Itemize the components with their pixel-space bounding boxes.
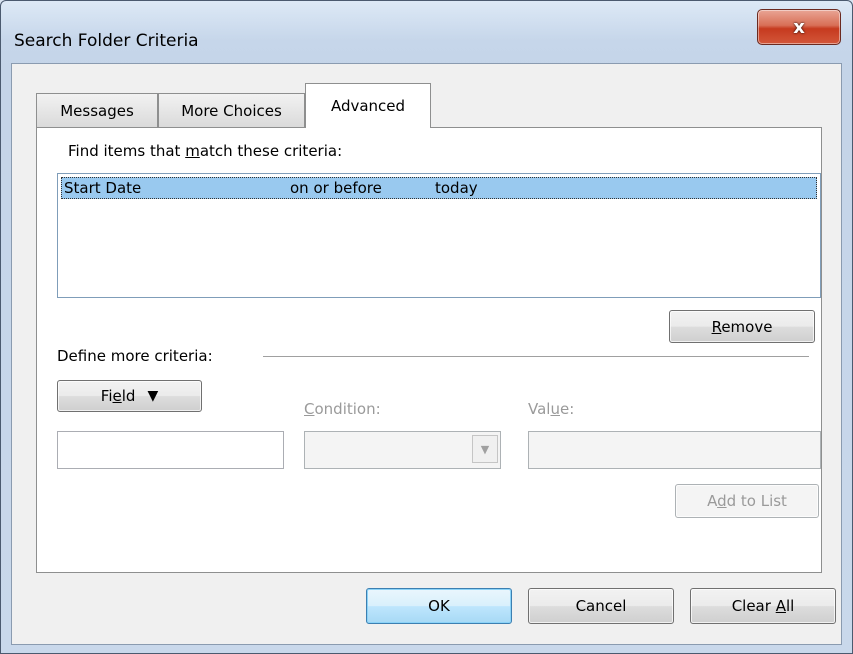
- dropdown-arrow-icon: ▼: [147, 388, 159, 404]
- value-input[interactable]: [528, 431, 821, 469]
- criteria-value: today: [435, 179, 478, 197]
- tab-label: Advanced: [330, 97, 406, 115]
- list-item[interactable]: Start Date on or before today: [61, 177, 817, 199]
- condition-combobox[interactable]: ▼: [304, 431, 501, 469]
- close-icon: x: [793, 16, 805, 38]
- criteria-list[interactable]: Start Date on or before today: [57, 173, 821, 298]
- criteria-condition: on or before: [290, 179, 382, 197]
- field-dropdown-button[interactable]: Field ▼: [57, 380, 202, 412]
- chevron-down-icon: ▼: [472, 435, 498, 463]
- button-label: OK: [428, 597, 450, 615]
- separator-line: [263, 356, 809, 357]
- button-label: Remove: [711, 317, 773, 336]
- tab-label: More Choices: [181, 101, 282, 120]
- remove-button[interactable]: Remove: [669, 310, 815, 343]
- tab-label: Messages: [60, 101, 134, 120]
- button-label: Cancel: [575, 597, 627, 615]
- cancel-button[interactable]: Cancel: [528, 588, 674, 624]
- condition-label: Condition:: [304, 400, 381, 418]
- button-label: Field: [100, 387, 136, 405]
- ok-button[interactable]: OK: [366, 588, 512, 624]
- find-items-label: Find items that match these criteria:: [68, 142, 343, 160]
- tab-messages[interactable]: Messages: [36, 93, 158, 127]
- advanced-tab-panel: Find items that match these criteria: St…: [36, 127, 822, 573]
- button-label: Add to List: [707, 492, 787, 510]
- close-button[interactable]: x: [757, 9, 841, 45]
- add-to-list-button[interactable]: Add to List: [675, 484, 819, 518]
- define-more-criteria-label: Define more criteria:: [57, 347, 213, 365]
- criteria-field: Start Date: [64, 179, 142, 197]
- dialog-title: Search Folder Criteria: [14, 31, 199, 51]
- field-input[interactable]: [57, 431, 284, 469]
- dialog-client-area: Messages More Choices Advanced Find item…: [11, 63, 842, 645]
- clear-all-button[interactable]: Clear All: [690, 588, 836, 624]
- button-label: Clear All: [731, 597, 795, 615]
- tab-more-choices[interactable]: More Choices: [158, 93, 305, 127]
- value-label: Value:: [528, 400, 575, 418]
- title-bar[interactable]: Search Folder Criteria x: [1, 1, 852, 63]
- tab-advanced[interactable]: Advanced: [305, 83, 431, 128]
- search-folder-criteria-dialog: Search Folder Criteria x Messages More C…: [0, 0, 853, 654]
